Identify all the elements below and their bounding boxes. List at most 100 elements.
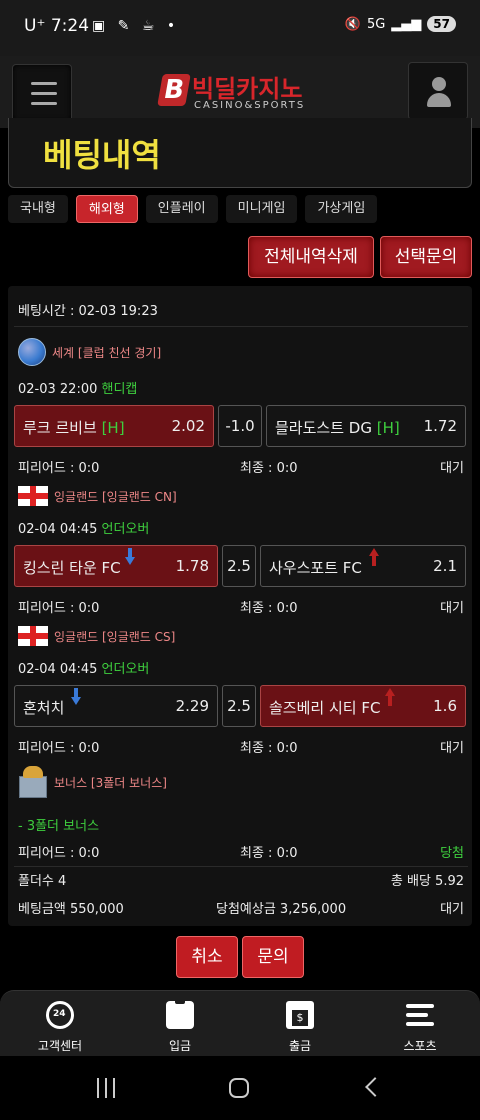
away-odds-button[interactable]: 사우스포트 FC 2.1 [260,545,466,587]
tab-inplay[interactable]: 인플레이 [145,195,218,223]
final-score: 최종 : 0:0 [240,846,298,861]
total-odds: 총 배당 5.92 [390,874,464,889]
nav-support[interactable]: 24 고객센터 [10,999,110,1055]
notification-icons: ▣ ✎ ☕ • [92,18,180,34]
bottom-nav: 24 고객센터 입금 $ 출금 스포츠 [0,990,480,1056]
divider [14,326,468,327]
match-time: 02-04 04:45 언더오버 [18,662,150,677]
nav-label: 출금 [288,1039,312,1053]
period-score: 피리어드 : 0:0 [18,461,100,476]
tab-minigame[interactable]: 미니게임 [225,195,298,223]
league-row: 보너스 [3폴더 보너스] [18,766,167,798]
status-bar: U⁺ 7:24 ▣ ✎ ☕ • 🔇 5G ▂▄▆ 57 [0,0,480,56]
back-icon[interactable] [365,1077,385,1097]
bet-amount: 베팅금액 550,000 [18,902,124,917]
odds-down-icon [125,548,135,566]
inquiry-button[interactable]: 문의 [242,936,304,978]
period-score: 피리어드 : 0:0 [18,846,100,861]
home-odds-button[interactable]: 혼처치 2.29 [14,685,218,727]
atm-withdraw-icon: $ [286,1001,314,1029]
score-row: 피리어드 : 0:0 최종 : 0:0 대기 [18,597,464,616]
home-odds: 2.02 [171,417,205,435]
away-odds-button[interactable]: 믈라도스트 DG [H] 1.72 [266,405,466,447]
home-odds-button[interactable]: 킹스린 타운 FC 1.78 [14,545,218,587]
score-row: 피리어드 : 0:0 최종 : 0:0 대기 [18,457,464,476]
home-team: 루크 르비브 [23,419,97,437]
menu-button[interactable] [12,64,72,122]
period-score: 피리어드 : 0:0 [18,601,100,616]
score-row: 피리어드 : 0:0 최종 : 0:0 대기 [18,737,464,756]
status-right: 🔇 5G ▂▄▆ 57 [345,16,456,32]
away-team: 솔즈베리 시티 FC [269,699,381,717]
over-under-line: 2.5 [222,545,256,587]
home-odds-button[interactable]: 루크 르비브 [H] 2.02 [14,405,214,447]
home-odds: 2.29 [175,697,209,715]
globe-icon [18,338,46,366]
nav-sports[interactable]: 스포츠 [370,999,470,1055]
title-box: 베팅내역 [8,118,472,188]
bet-status: 대기 [440,902,464,917]
list-icon [406,1001,434,1029]
wallet-icon [166,996,194,1029]
summary-row: 폴더수 4 총 배당 5.92 [18,870,464,889]
final-score: 최종 : 0:0 [240,741,298,756]
user-icon-body [427,93,451,107]
match-status: 대기 [440,461,464,476]
match-time: 02-04 04:45 언더오버 [18,522,150,537]
final-score: 최종 : 0:0 [240,601,298,616]
match-status: 대기 [440,741,464,756]
page-title: 베팅내역 [43,136,161,174]
home-team: 혼처치 [23,699,65,717]
user-icon [432,77,446,91]
league-name: 세계 [클럽 친선 경기] [52,345,162,360]
nav-label: 입금 [168,1039,192,1053]
nav-deposit[interactable]: 입금 [130,996,230,1055]
england-flag-icon [18,626,48,646]
tab-bar: 국내형 해외형 인플레이 미니게임 가상게임 [8,195,378,223]
summary-row: 베팅금액 550,000 당첨예상금 3,256,000 대기 [18,898,464,917]
nav-label: 스포츠 [403,1039,437,1053]
tab-overseas[interactable]: 해외형 [75,195,138,223]
divider [14,866,468,867]
odds-up-icon [385,688,395,706]
expected-win: 당첨예상금 3,256,000 [216,902,347,917]
match-status: 당첨 [440,846,464,861]
delete-all-button[interactable]: 전체내역삭제 [248,236,374,278]
mute-icon: 🔇 [344,16,361,32]
away-team: 사우스포트 FC [269,559,362,577]
england-flag-icon [18,486,48,506]
score-row: 피리어드 : 0:0 최종 : 0:0 당첨 [18,842,464,861]
support-24-icon: 24 [46,1001,74,1029]
logo-subtitle: CASINO&SPORTS [194,100,306,111]
recent-apps-icon[interactable] [96,1078,116,1098]
league-row: 잉글랜드 [잉글랜드 CS] [18,626,175,646]
nav-withdraw[interactable]: $ 출금 [250,999,350,1055]
league-row: 잉글랜드 [잉글랜드 CN] [18,486,177,506]
logo[interactable]: B 빅딜카지노 CASINO&SPORTS [157,74,325,114]
handicap-line: -1.0 [218,405,262,447]
away-odds: 1.6 [433,697,457,715]
league-name: 잉글랜드 [잉글랜드 CS] [54,629,176,644]
logo-letter: B [157,74,191,106]
away-odds-button[interactable]: 솔즈베리 시티 FC 1.6 [260,685,466,727]
tab-domestic[interactable]: 국내형 [8,195,68,223]
home-icon[interactable] [229,1078,249,1098]
menu-icon-bar [31,102,57,105]
away-odds: 2.1 [433,557,457,575]
away-team: 믈라도스트 DG [275,419,372,437]
bet-time: 베팅시간 : 02-03 19:23 [18,304,158,319]
inquiry-selected-button[interactable]: 선택문의 [380,236,472,278]
signal-icon: ▂▄▆ [391,16,422,32]
home-team: 킹스린 타운 FC [23,559,121,577]
match-status: 대기 [440,601,464,616]
cancel-button[interactable]: 취소 [176,936,238,978]
league-row: 세계 [클럽 친선 경기] [18,338,161,366]
league-name: 잉글랜드 [잉글랜드 CN] [54,489,177,504]
folder-count: 폴더수 4 [18,874,67,889]
status-time: U⁺ 7:24 [24,16,90,36]
menu-icon-bar [31,92,57,95]
bonus-name: - 3폴더 보너스 [18,819,100,834]
nav-label: 고객센터 [37,1039,83,1053]
user-button[interactable] [408,62,468,120]
tab-virtual[interactable]: 가상게임 [305,195,378,223]
